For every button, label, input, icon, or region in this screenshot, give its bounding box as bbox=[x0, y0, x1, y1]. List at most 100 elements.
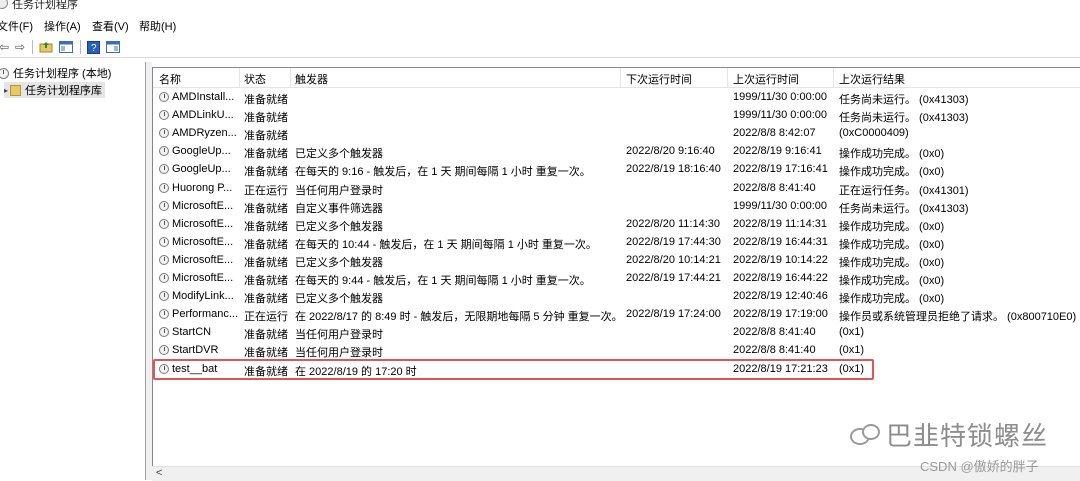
watermark: 巴韭特锁螺丝 bbox=[850, 416, 1048, 453]
svg-text:?: ? bbox=[91, 43, 97, 54]
table-row[interactable]: Performanc... 正在运行在 2022/8/17 的 8:49 时 - … bbox=[153, 305, 1080, 323]
table-row[interactable]: MicrosoftE... 准备就绪 在每天的 9:44 - 触发后，在 1 天 期… bbox=[153, 269, 1080, 287]
cell-status: 准备就绪 bbox=[244, 293, 288, 306]
task-name: StartDVR bbox=[172, 344, 219, 357]
show-hide-console-tree-icon[interactable] bbox=[58, 39, 74, 55]
menu-view[interactable]: 查看(V) bbox=[92, 18, 129, 34]
task-clock-icon bbox=[159, 327, 169, 338]
task-name: GoogleUp... bbox=[172, 145, 231, 158]
column-divider[interactable] bbox=[833, 68, 834, 87]
column-divider[interactable] bbox=[620, 68, 621, 87]
cell-last-result: 操作员或系统管理员拒绝了请求。 (0x800710E0) bbox=[839, 311, 1077, 324]
table-row[interactable]: GoogleUp... 准备就绪 在每天的 9:16 - 触发后，在 1 天 期间每… bbox=[153, 160, 1080, 178]
cell-trigger: 在每天的 9:16 - 触发后，在 1 天 期间每隔 1 小时 重复一次。 bbox=[295, 166, 591, 179]
back-icon[interactable]: ⇦ bbox=[0, 39, 12, 55]
task-clock-icon bbox=[159, 164, 169, 175]
column-header-status[interactable]: 状态 bbox=[244, 71, 266, 87]
task-clock-icon bbox=[159, 309, 169, 320]
cell-next-run: 2022/8/19 17:44:21 bbox=[626, 272, 721, 284]
show-hide-action-pane-icon[interactable] bbox=[105, 39, 121, 55]
cell-last-run: 2022/8/8 8:41:40 bbox=[733, 181, 816, 194]
cell-status: 准备就绪 bbox=[244, 220, 288, 233]
table-row[interactable]: MicrosoftE... 准备就绪 已定义多个触发器 2022/8/20 11:14… bbox=[153, 215, 1080, 233]
column-header-name[interactable]: 名称 bbox=[159, 71, 181, 87]
cell-trigger: 已定义多个触发器 bbox=[295, 148, 383, 161]
cell-name: MicrosoftE... bbox=[159, 236, 239, 248]
scroll-left-icon[interactable]: < bbox=[156, 467, 162, 479]
table-row[interactable]: Huorong P... 正在运行 当任何用户登录时 2022/8/8 8:41:40… bbox=[153, 179, 1080, 197]
console-tree: 任务计划程序 (本地) ▸ 任务计划程序库 bbox=[0, 62, 146, 480]
cell-last-result: 操作成功完成。 (0x0) bbox=[839, 220, 945, 233]
task-clock-icon bbox=[159, 291, 169, 302]
task-clock-icon bbox=[159, 236, 169, 247]
cell-trigger: 自定义事件筛选器 bbox=[295, 202, 383, 215]
cell-next-run: 2022/8/19 17:24:00 bbox=[626, 308, 721, 321]
forward-icon[interactable]: ⇨ bbox=[12, 39, 28, 55]
menu-file[interactable]: 文件(F) bbox=[0, 18, 33, 34]
cell-last-result: (0xC0000409) bbox=[839, 127, 909, 140]
cell-last-run: 2022/8/8 8:41:40 bbox=[733, 326, 816, 339]
column-header-last-run[interactable]: 上次运行时间 bbox=[733, 71, 799, 87]
cell-status: 准备就绪 bbox=[244, 166, 288, 179]
cell-last-run: 2022/8/19 11:14:31 bbox=[733, 217, 827, 230]
cell-status: 准备就绪 bbox=[244, 275, 288, 287]
highlight-box bbox=[153, 359, 874, 380]
cell-name: MicrosoftE... bbox=[159, 272, 239, 284]
cell-name: StartDVR bbox=[159, 344, 239, 356]
tree-item-root[interactable]: 任务计划程序 (本地) bbox=[0, 65, 111, 81]
table-row[interactable]: StartCN 准备就绪 当任何用户登录时 2022/8/8 8:41:40 (0x1) bbox=[153, 323, 1080, 341]
cell-trigger: 已定义多个触发器 bbox=[295, 220, 383, 233]
column-divider[interactable] bbox=[239, 68, 240, 87]
column-divider[interactable] bbox=[727, 68, 728, 87]
table-row[interactable]: GoogleUp... 准备就绪 已定义多个触发器 2022/8/20 9:16:40… bbox=[153, 142, 1080, 160]
cell-status: 准备就绪 bbox=[244, 202, 288, 215]
task-clock-icon bbox=[159, 254, 169, 265]
task-clock-icon bbox=[159, 182, 169, 193]
cell-last-result: 任务尚未运行。 (0x41303) bbox=[839, 94, 969, 106]
folder-icon bbox=[10, 84, 22, 96]
cell-status: 准备就绪 bbox=[244, 148, 288, 161]
cell-name: MicrosoftE... bbox=[159, 200, 239, 212]
cell-trigger: 在 2022/8/17 的 8:49 时 - 触发后，无限期地每隔 5 分钟 重… bbox=[295, 311, 620, 324]
table-row[interactable]: AMDRyzen... 准备就绪 2022/8/8 8:42:07 (0xC00004… bbox=[153, 124, 1080, 142]
cell-status: 正在运行 bbox=[244, 184, 288, 197]
table-row[interactable]: AMDInstall... 准备就绪 1999/11/30 0:00:00 任务尚未运… bbox=[153, 88, 1080, 106]
cell-next-run: 2022/8/20 11:14:30 bbox=[626, 217, 720, 230]
cell-last-run: 2022/8/8 8:41:40 bbox=[733, 344, 816, 357]
table-row[interactable]: MicrosoftE... 准备就绪 在每天的 10:44 - 触发后，在 1 天 … bbox=[153, 233, 1080, 251]
table-row[interactable]: AMDLinkU... 准备就绪 1999/11/30 0:00:00 任务尚未运行。… bbox=[153, 106, 1080, 124]
task-clock-icon bbox=[159, 200, 169, 211]
menu-action[interactable]: 操作(A) bbox=[44, 18, 81, 34]
tree-item-library[interactable]: ▸ 任务计划程序库 bbox=[4, 82, 106, 98]
column-header-next-run[interactable]: 下次运行时间 bbox=[626, 71, 692, 87]
menu-help[interactable]: 帮助(H) bbox=[139, 18, 176, 34]
column-header-last-result[interactable]: 上次运行结果 bbox=[839, 71, 905, 87]
cell-trigger: 在每天的 9:44 - 触发后，在 1 天 期间每隔 1 小时 重复一次。 bbox=[295, 275, 591, 287]
cell-last-run: 2022/8/19 9:16:41 bbox=[733, 145, 822, 158]
task-name: AMDRyzen... bbox=[172, 127, 237, 140]
column-header-trigger[interactable]: 触发器 bbox=[295, 71, 328, 87]
table-row[interactable]: MicrosoftE... 准备就绪 已定义多个触发器 2022/8/20 10:14… bbox=[153, 251, 1080, 269]
cell-name: GoogleUp... bbox=[159, 145, 239, 157]
task-clock-icon bbox=[159, 273, 169, 283]
help-icon[interactable]: ? bbox=[85, 39, 101, 55]
task-name: MicrosoftE... bbox=[172, 253, 234, 266]
toolbar: ⇦ ⇨ ? bbox=[0, 37, 1080, 58]
up-folder-icon[interactable] bbox=[38, 39, 54, 55]
cell-trigger: 当任何用户登录时 bbox=[295, 347, 383, 360]
table-row[interactable]: ModifyLink... 准备就绪 已定义多个触发器 2022/8/19 12:40… bbox=[153, 287, 1080, 305]
cell-name: StartCN bbox=[159, 326, 239, 338]
cell-last-result: 正在运行任务。 (0x41301) bbox=[839, 184, 969, 197]
cell-last-result: (0x1) bbox=[839, 344, 865, 357]
menu-bar: 文件(F) 操作(A) 查看(V) 帮助(H) bbox=[0, 16, 1080, 34]
task-name: MicrosoftE... bbox=[172, 272, 234, 284]
cell-trigger: 当任何用户登录时 bbox=[295, 329, 383, 342]
table-row[interactable]: MicrosoftE... 准备就绪 自定义事件筛选器 1999/11/30 0:00… bbox=[153, 197, 1080, 215]
cell-status: 准备就绪 bbox=[244, 238, 288, 251]
table-row[interactable]: StartDVR 准备就绪 当任何用户登录时 2022/8/8 8:41:40 (0x1… bbox=[153, 341, 1080, 359]
cell-name: AMDRyzen... bbox=[159, 127, 239, 139]
wechat-icon bbox=[850, 423, 880, 446]
column-divider[interactable] bbox=[290, 68, 291, 87]
expand-arrow-icon[interactable]: ▸ bbox=[4, 86, 8, 95]
cell-last-result: 操作成功完成。 (0x0) bbox=[839, 275, 945, 287]
